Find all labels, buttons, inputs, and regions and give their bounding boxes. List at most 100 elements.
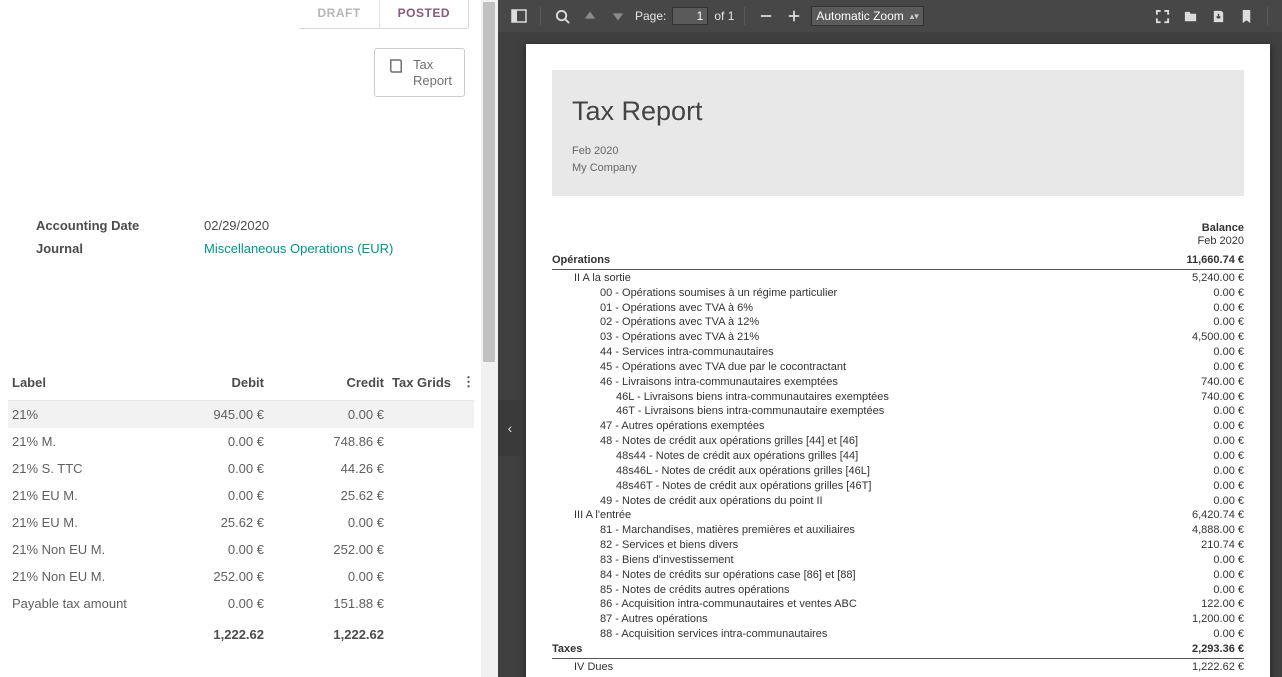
report-line: 82 - Services et biens divers210.74 € [552,538,1244,553]
report-line: IV Dues1,222.62 € [552,660,1244,675]
table-row[interactable]: 21% Non EU M.0.00 €252.00 € [8,536,474,563]
sidebar-toggle-icon[interactable] [508,5,530,27]
report-line: II A la sortie5,240.00 € [552,271,1244,286]
report-line: 47 - Autres opérations exemptées0.00 € [552,419,1244,434]
report-line: 84 - Notes de crédits sur opérations cas… [552,568,1244,583]
report-line: 01 - Opérations avec TVA à 6%0.00 € [552,301,1244,316]
pdf-page: Tax Report Feb 2020 My Company Balance F… [526,44,1270,677]
cell-credit: 151.88 € [268,590,388,617]
cell-credit: 252.00 € [268,536,388,563]
cell-credit: 0.00 € [268,509,388,536]
cell-debit: 945.00 € [168,401,268,429]
cell-debit: 0.00 € [168,482,268,509]
total-debit: 1,222.62 [168,617,268,648]
cell-label: 21% Non EU M. [8,536,168,563]
left-panel: DRAFT POSTED TaxReport Accounting Date 0… [0,0,479,677]
cell-label: Payable tax amount [8,590,168,617]
pdf-viewer: Page: of 1 Automatic Zoom ▴▾ [498,0,1282,677]
cell-label: 21% EU M. [8,482,168,509]
col-taxgrids[interactable]: Tax Grids [388,368,458,401]
tax-report-button-label: TaxReport [413,57,452,88]
col-credit[interactable]: Credit [268,368,388,401]
report-company: My Company [572,160,1224,177]
pdf-scroll-area[interactable]: Tax Report Feb 2020 My Company Balance F… [498,32,1282,677]
balance-label: Balance [552,222,1244,234]
cell-taxgrids [388,455,458,482]
journal-items-table: Label Debit Credit Tax Grids ⋮ 21%945.00… [8,368,473,648]
fullscreen-icon[interactable] [1151,5,1173,27]
table-row[interactable]: 21% Non EU M.252.00 €0.00 € [8,563,474,590]
cell-label: 21% [8,401,168,429]
cell-debit: 25.62 € [168,509,268,536]
scrollbar-thumb[interactable] [483,2,495,362]
page-input[interactable] [672,7,708,25]
tab-draft[interactable]: DRAFT [299,0,378,29]
vertical-scrollbar[interactable] [481,0,498,677]
tab-posted[interactable]: POSTED [379,0,469,29]
report-line: 48 - Notes de crédit aux opérations gril… [552,434,1244,449]
table-row[interactable]: 21% EU M.0.00 €25.62 € [8,482,474,509]
report-line: 48s44 - Notes de crédit aux opérations g… [552,449,1244,464]
balance-period: Feb 2020 [552,235,1244,247]
report-line: 46T - Livraisons biens intra-communautai… [552,404,1244,419]
report-line: 02 - Opérations avec TVA à 12%0.00 € [552,315,1244,330]
report-line: 03 - Opérations avec TVA à 21%4,500.00 € [552,330,1244,345]
book-icon [387,57,405,75]
report-line: 86 - Acquisition intra-communautaires et… [552,597,1244,612]
report-header: Tax Report Feb 2020 My Company [552,70,1244,196]
cell-taxgrids [388,536,458,563]
report-line: 48s46T - Notes de crédit aux opérations … [552,479,1244,494]
report-line: 83 - Biens d'investissement0.00 € [552,553,1244,568]
tax-report-button[interactable]: TaxReport [374,48,465,97]
report-line: 46 - Livraisons intra-communautaires exe… [552,375,1244,390]
accounting-date-label: Accounting Date [36,218,204,233]
accounting-date-value: 02/29/2020 [204,218,269,233]
cell-debit: 252.00 € [168,563,268,590]
search-icon[interactable] [551,5,573,27]
journal-value-link[interactable]: Miscellaneous Operations (EUR) [204,241,393,256]
cell-debit: 0.00 € [168,590,268,617]
report-title: Tax Report [572,96,1224,127]
zoom-in-icon[interactable] [783,5,805,27]
table-row[interactable]: 21% M.0.00 €748.86 € [8,428,474,455]
cell-taxgrids [388,590,458,617]
cell-debit: 0.00 € [168,428,268,455]
cell-credit: 44.26 € [268,455,388,482]
report-period: Feb 2020 [572,143,1224,160]
page-count: of 1 [714,9,734,23]
table-row[interactable]: 21% EU M.25.62 €0.00 € [8,509,474,536]
total-credit: 1,222.62 [268,617,388,648]
bookmark-icon[interactable] [1235,5,1257,27]
cell-label: 21% EU M. [8,509,168,536]
report-line: 49 - Notes de crédit aux opérations du p… [552,494,1244,509]
collapse-handle[interactable]: ‹ [498,400,522,456]
report-line: 88 - Acquisition services intra-communau… [552,627,1244,642]
cell-label: 21% S. TTC [8,455,168,482]
report-line: 87 - Autres opérations1,200.00 € [552,612,1244,627]
chevron-left-icon: ‹ [508,420,513,436]
col-debit[interactable]: Debit [168,368,268,401]
report-body: Balance Feb 2020 Opérations11,660.74 €II… [552,222,1244,677]
table-row[interactable]: 21%945.00 €0.00 € [8,401,474,429]
col-label[interactable]: Label [8,368,168,401]
report-line: 85 - Notes de crédits autres opérations0… [552,583,1244,598]
cell-label: 21% M. [8,428,168,455]
cell-debit: 0.00 € [168,536,268,563]
table-row[interactable]: Payable tax amount0.00 €151.88 € [8,590,474,617]
page-down-icon [607,5,629,27]
journal-label: Journal [36,241,204,256]
table-row[interactable]: 21% S. TTC0.00 €44.26 € [8,455,474,482]
chevron-updown-icon: ▴▾ [910,11,919,22]
zoom-out-icon[interactable] [755,5,777,27]
cell-taxgrids [388,401,458,429]
report-line: 81 - Marchandises, matières premières et… [552,523,1244,538]
open-file-icon[interactable] [1179,5,1201,27]
cell-taxgrids [388,428,458,455]
cell-taxgrids [388,563,458,590]
status-tabs: DRAFT POSTED [0,0,479,29]
col-options-icon[interactable]: ⋮ [458,368,474,401]
zoom-select[interactable]: Automatic Zoom ▴▾ [811,6,923,26]
report-line: III A l'entrée6,420.74 € [552,508,1244,523]
cell-label: 21% Non EU M. [8,563,168,590]
download-icon[interactable] [1207,5,1229,27]
